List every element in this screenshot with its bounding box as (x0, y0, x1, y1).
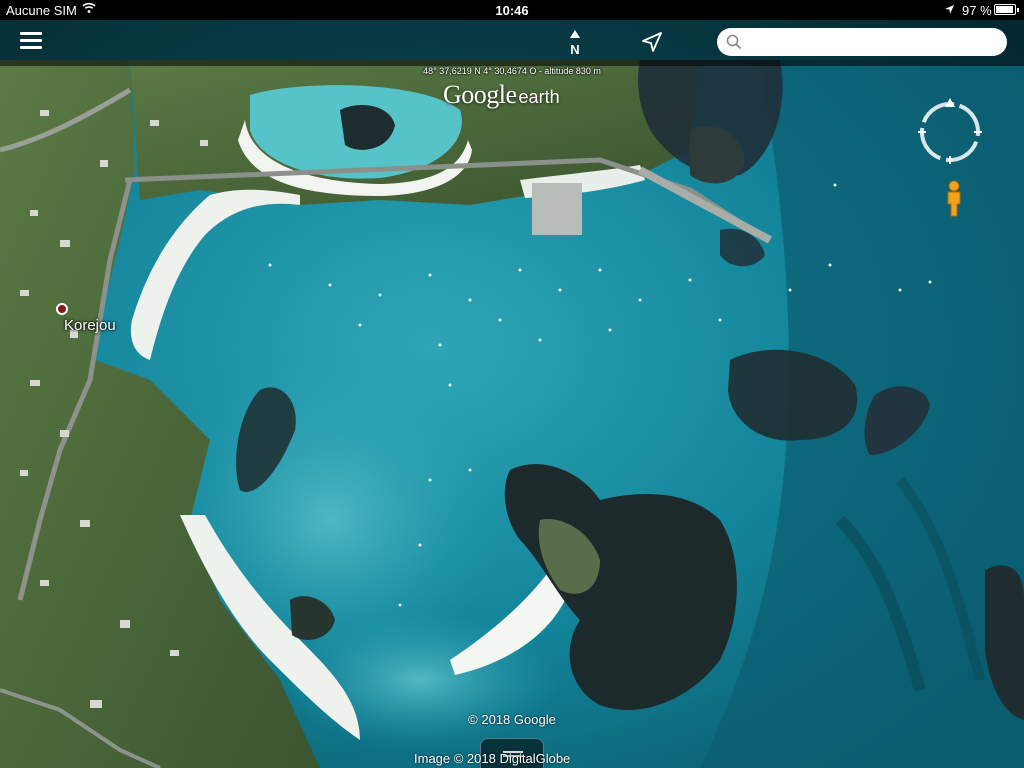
search-input[interactable] (747, 31, 1001, 55)
pegman-icon[interactable] (944, 180, 964, 218)
compass-icon (918, 98, 982, 164)
north-button[interactable]: N (564, 28, 586, 58)
satellite-imagery (0, 0, 1024, 768)
compass-control[interactable] (914, 96, 986, 168)
satellite-map[interactable] (0, 0, 1024, 768)
search-box[interactable] (717, 28, 1007, 56)
google-earth-logo: Google earth (443, 80, 560, 110)
place-pin-icon[interactable] (56, 303, 68, 315)
imagery-credit: Image © 2018 DigitalGlobe (414, 751, 571, 766)
my-location-button[interactable] (640, 30, 664, 54)
location-arrow-icon (944, 3, 955, 18)
place-label[interactable]: Korejou (64, 317, 116, 334)
navigation-arrow-icon (642, 32, 662, 52)
clock: 10:46 (495, 3, 529, 18)
logo-google: Google (443, 80, 517, 109)
toolbar: N (0, 20, 1024, 66)
logo-earth: earth (518, 87, 560, 107)
north-label: N (570, 42, 579, 57)
north-arrow-icon: N (570, 30, 580, 57)
status-bar: Aucune SIM 10:46 97 % (0, 0, 1024, 20)
battery-icon (994, 4, 1019, 15)
copyright-text: © 2018 Google (468, 712, 556, 727)
coordinates-readout: 48° 37,6219 N 4° 30,4674 O - altitude 83… (423, 66, 601, 76)
search-icon (726, 34, 742, 55)
hamburger-menu-icon[interactable] (20, 32, 42, 52)
battery-percentage: 97 % (962, 3, 992, 18)
